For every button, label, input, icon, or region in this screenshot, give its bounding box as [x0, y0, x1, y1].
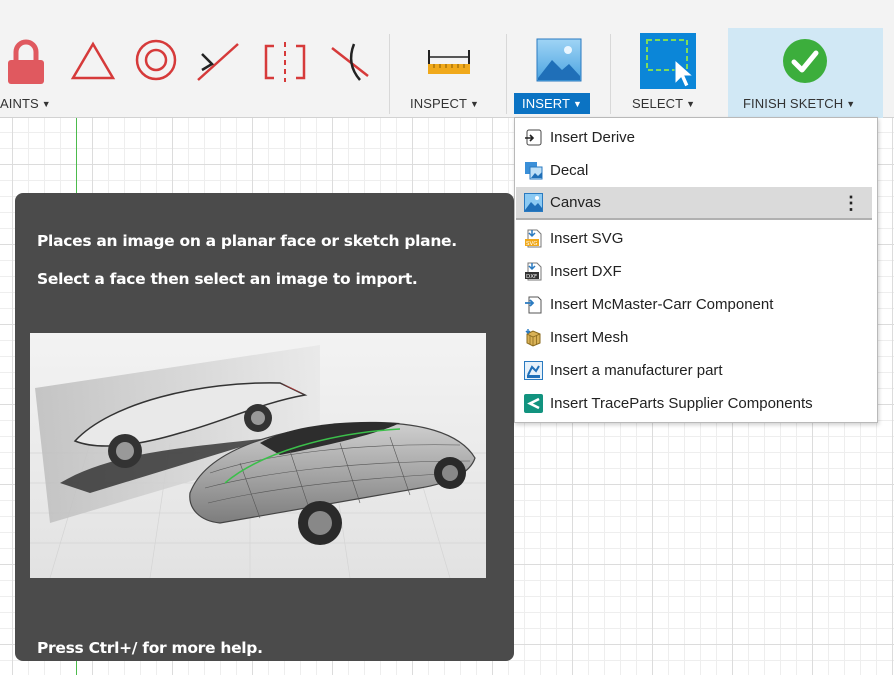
menu-item-label: Decal	[550, 162, 589, 179]
menu-item-decal[interactable]: Decal	[516, 154, 872, 187]
lock-icon[interactable]	[5, 38, 47, 86]
symmetry-icon[interactable]	[262, 40, 308, 84]
svg-text:DXF: DXF	[526, 274, 537, 280]
insert-dropdown-menu: Insert Derive Decal Canvas ⋮ SVG Insert …	[514, 117, 878, 423]
menu-item-label: Insert Derive	[550, 129, 636, 146]
toolbar: AINTS ▼ INSPECT ▼ INSERT ▼ SELECT ▼ FINISH S…	[0, 0, 894, 118]
canvas-icon	[524, 193, 543, 212]
concentric-icon[interactable]	[134, 38, 178, 82]
decal-icon	[525, 162, 543, 180]
menu-item-label: Insert Mesh	[550, 329, 629, 346]
tooltip-help-hint: Press Ctrl+/ for more help.	[37, 639, 263, 657]
triangle-icon[interactable]	[70, 40, 116, 82]
tooltip-panel: Places an image on a planar face or sket…	[15, 193, 514, 661]
menu-item-label: Insert McMaster-Carr Component	[550, 296, 774, 313]
toolbar-separator	[506, 34, 507, 114]
mesh-icon	[525, 329, 541, 347]
tooltip-description: Places an image on a planar face or sket…	[37, 232, 457, 250]
menu-item-canvas[interactable]: Canvas ⋮	[516, 187, 872, 220]
manufacturer-part-icon	[524, 361, 543, 380]
insert-image-icon[interactable]	[536, 38, 582, 82]
toolbar-separator	[610, 34, 611, 114]
menu-item-insert-mesh[interactable]: Insert Mesh	[516, 321, 872, 354]
menu-item-insert-svg[interactable]: SVG Insert SVG	[516, 222, 872, 255]
more-options-icon[interactable]: ⋮	[842, 193, 860, 214]
ruler-icon[interactable]	[426, 48, 472, 76]
menu-item-insert-dxf[interactable]: DXF Insert DXF	[516, 255, 872, 288]
insert-derive-icon	[525, 129, 542, 146]
tooltip-instruction: Select a face then select an image to im…	[37, 270, 418, 288]
traceparts-icon	[524, 394, 543, 413]
svg-text:SVG: SVG	[526, 241, 538, 247]
menu-item-insert-manufacturer-part[interactable]: Insert a manufacturer part	[516, 354, 872, 387]
mcmaster-icon	[525, 296, 542, 314]
menu-item-label: Insert SVG	[550, 230, 624, 247]
constraints-menu-label[interactable]: AINTS ▼	[0, 96, 51, 111]
checkmark-icon[interactable]	[782, 38, 828, 84]
menu-item-label: Canvas	[550, 194, 601, 211]
toolbar-separator	[389, 34, 390, 114]
finish-sketch-label[interactable]: FINISH SKETCH ▼	[743, 96, 855, 111]
insert-menu-button[interactable]: INSERT ▼	[514, 93, 591, 114]
svg-file-icon: SVG	[525, 229, 542, 248]
menu-item-insert-derive[interactable]: Insert Derive	[516, 121, 872, 154]
menu-item-label: Insert DXF	[550, 263, 622, 280]
curvature-icon[interactable]	[328, 40, 372, 84]
select-menu-label[interactable]: SELECT ▼	[632, 96, 695, 111]
inspect-menu-label[interactable]: INSPECT ▼	[410, 96, 479, 111]
canvas-preview-image	[30, 333, 486, 578]
select-icon[interactable]	[639, 32, 697, 90]
menu-item-insert-mcmaster[interactable]: Insert McMaster-Carr Component	[516, 288, 872, 321]
menu-item-label: Insert a manufacturer part	[550, 362, 723, 379]
menu-item-insert-traceparts[interactable]: Insert TraceParts Supplier Components	[516, 387, 872, 420]
midpoint-icon[interactable]	[194, 40, 242, 84]
menu-item-label: Insert TraceParts Supplier Components	[550, 395, 813, 412]
dxf-file-icon: DXF	[525, 262, 542, 281]
